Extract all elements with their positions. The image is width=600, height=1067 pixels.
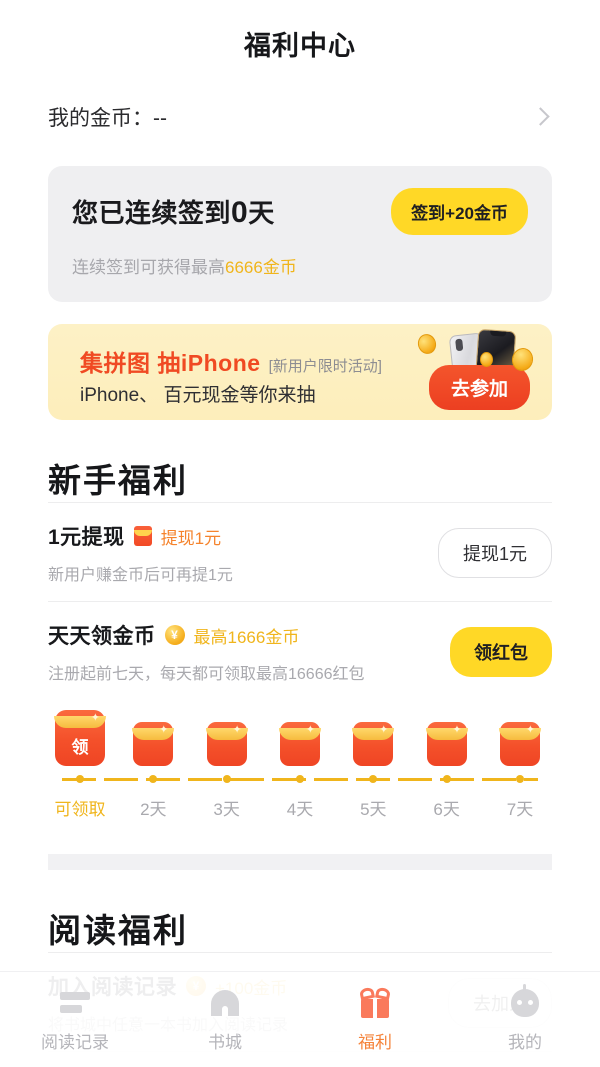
promo-headline-row: 集拼图 抽iPhone [新用户限时活动] [80,344,382,378]
day-label: 6天 [433,800,460,819]
signin-subtitle: 连续签到可获得最高6666金币 [72,253,528,278]
section-title-newbie: 新手福利 [48,464,188,500]
dot-wrap [121,775,185,783]
signin-card: 您已连续签到0天 签到+20金币 连续签到可获得最高6666金币 [48,166,552,302]
day-cell[interactable] [121,722,185,766]
row-title: 1元提现 [48,526,125,549]
day-label: 5天 [360,800,387,819]
day-cell[interactable] [268,722,332,766]
tab-profile[interactable]: 我的 [450,983,600,1053]
day-cell[interactable] [341,722,405,766]
reading-history-icon [60,987,90,1019]
dot-wrap [268,775,332,783]
claim-red-packet-button[interactable]: 领红包 [450,627,552,677]
signin-sub-prefix: 连续签到可获得最高 [72,258,225,277]
dot-wrap [48,775,112,783]
my-coins-row[interactable]: 我的金币：-- [48,86,552,148]
row-subtitle: 新用户赚金币后可再提1元 [48,567,233,584]
tab-welfare[interactable]: 福利 [300,986,450,1053]
welfare-row-daily-coins[interactable]: 天天领金币 最高1666金币 注册起前七天，每天都可领取最高16666红包 领红… [48,601,552,700]
tab-bookstore[interactable]: 书城 [150,987,300,1053]
tab-label: 书城 [208,1032,242,1052]
day-label: 3天 [213,800,240,819]
profile-icon [511,983,539,1019]
day-cell[interactable]: 领 [48,710,112,766]
promo-tag: [新用户限时活动] [268,358,382,375]
my-coins-label: 我的金币：-- [48,107,167,130]
tab-label: 福利 [358,1032,392,1052]
day-cell[interactable] [488,722,552,766]
progress-dot [369,775,378,783]
red-packet-icon[interactable] [352,722,395,766]
day-label: 可领取 [54,800,106,819]
dot-wrap [341,775,405,783]
signin-top-row: 您已连续签到0天 签到+20金币 [72,188,528,235]
day-label: 4天 [286,800,314,819]
row-content: 天天领金币 最高1666金币 注册起前七天，每天都可领取最高16666红包 [48,620,365,684]
day-cell[interactable] [195,722,259,766]
promo-join-button[interactable]: 去参加 [428,365,530,410]
gift-icon [359,986,391,1019]
signin-title-prefix: 您已连续签到 [72,198,232,228]
progress-track [48,773,552,785]
section-title-reading: 阅读福利 [48,914,188,950]
signin-title: 您已连续签到0天 [72,193,275,230]
promo-subline: iPhone、 百元现金等你来抽 [80,385,316,406]
gold-coin-icon [164,625,185,645]
promo-headline: 集拼图 抽iPhone [80,350,261,376]
day-label: 7天 [506,800,534,819]
progress-dot [76,775,84,783]
page-header: 福利中心 [0,0,600,86]
progress-dot [222,775,231,783]
progress-dot [442,775,451,783]
section-separator [48,854,552,870]
day-cell[interactable] [415,722,479,766]
day-labels: 可领取 2天 3天 4天 5天 6天 7天 [48,795,552,820]
promo-banner[interactable]: 集拼图 抽iPhone [新用户限时活动] iPhone、 百元现金等你来抽 去… [48,324,552,420]
row-title-line: 1元提现 提现1元 [48,521,233,551]
progress-dot [149,775,158,783]
day-packets: 领 [48,710,552,766]
signin-button[interactable]: 签到+20金币 [391,188,528,235]
coin-decoration-icon [480,352,493,367]
dot-wrap [488,775,552,783]
row-title: 天天领金币 [48,625,156,648]
row-subtitle: 注册起前七天，每天都可领取最高16666红包 [48,666,365,683]
dot-wrap [415,775,479,783]
row-badge: 提现1元 [160,528,222,548]
tab-label: 我的 [508,1032,542,1052]
signin-title-suffix: 天 [248,198,275,228]
red-packet-icon [133,526,152,546]
red-packet-icon[interactable] [498,722,541,766]
progress-dot [295,775,304,783]
day-label: 2天 [140,800,167,819]
row-badge: 最高1666金币 [193,627,300,647]
welfare-row-withdraw[interactable]: 1元提现 提现1元 新用户赚金币后可再提1元 提现1元 [48,502,552,601]
tab-label: 阅读记录 [41,1032,109,1052]
red-packet-icon[interactable] [278,722,321,766]
progress-dot [515,775,524,783]
row-content: 1元提现 提现1元 新用户赚金币后可再提1元 [48,521,233,585]
page-title: 福利中心 [244,30,356,61]
tab-reading-history[interactable]: 阅读记录 [0,987,150,1053]
seven-day-progress: 领 可领取 2天 3天 4天 5天 [48,710,552,828]
bookstore-icon [211,987,239,1019]
red-packet-icon[interactable] [205,722,248,766]
signin-sub-highlight: 6666金币 [225,258,297,277]
red-packet-icon[interactable] [132,722,175,766]
dot-wrap [195,775,259,783]
progress-dots [48,775,552,783]
welfare-center-screen: 福利中心 我的金币：-- 您已连续签到0天 签到+20金币 连续签到可获得最高6… [0,0,600,1067]
row-title-line: 天天领金币 最高1666金币 [48,620,365,650]
packet-label: 领 [71,738,89,757]
chevron-right-icon[interactable] [530,106,552,128]
red-packet-icon[interactable] [425,722,468,766]
withdraw-button[interactable]: 提现1元 [437,528,552,578]
red-packet-icon[interactable]: 领 [54,710,106,766]
bottom-tab-bar: 阅读记录 书城 福利 我的 [0,971,600,1067]
signin-days-count: 0 [231,196,249,229]
